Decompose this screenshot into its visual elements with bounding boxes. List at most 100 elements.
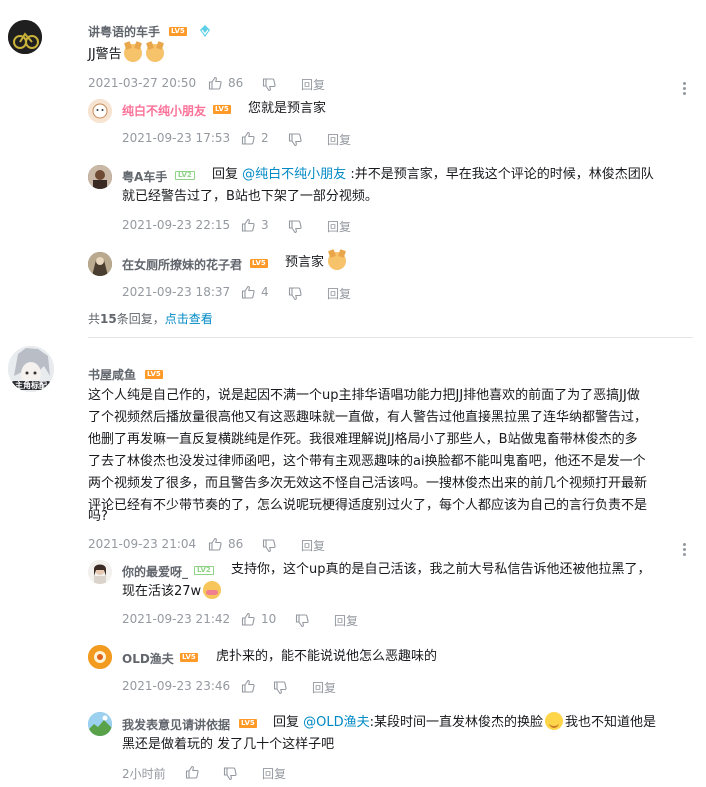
level-badge: LV2	[175, 171, 195, 180]
like-count: 86	[228, 537, 244, 551]
avatar[interactable]	[88, 99, 112, 123]
dog-emoji	[145, 44, 164, 62]
level-badge: LV5	[145, 370, 163, 379]
dislike-icon[interactable]	[295, 613, 309, 632]
reply-username[interactable]: 粤A车手	[122, 168, 167, 185]
reply-time: 2021-09-23 18:37	[122, 285, 231, 299]
reply-time: 2021-09-23 21:42	[122, 612, 231, 626]
reply-time: 2021-09-23 23:46	[122, 679, 231, 693]
dislike-icon[interactable]	[288, 132, 302, 151]
dislike-icon[interactable]	[273, 680, 287, 699]
avatar[interactable]	[88, 712, 112, 736]
comment-line: 这个人纯是自己作的，说是起因不满一个up主排华语唱功能力把JJ排他喜欢的前面了为…	[88, 388, 640, 403]
comment-body: JJ警告	[88, 47, 122, 62]
comment-line: 两个视频发了很多，而且警告多次无效这不怪自己活该吗。一搜林俊杰出来的前几个视频打…	[88, 476, 648, 491]
reply-body: 现在活该27w	[122, 584, 202, 599]
avatar[interactable]	[88, 645, 112, 669]
reply-body: :并不是预言家，早在我这个评论的时候，林俊杰团队	[350, 167, 654, 182]
reply-body-tail: 我也不知道他是	[565, 715, 657, 730]
level-badge: LV5	[180, 653, 198, 662]
dislike-icon[interactable]	[288, 286, 302, 305]
comment-text: JJ警告	[88, 44, 164, 66]
reply-button[interactable]: 回复	[327, 131, 351, 148]
avatar[interactable]	[88, 252, 112, 276]
dislike-icon[interactable]	[262, 77, 276, 96]
like-icon[interactable]	[185, 764, 199, 783]
reply-username[interactable]: 纯白不纯小朋友	[122, 102, 206, 119]
reply-time: 2021-09-23 17:53	[122, 131, 231, 145]
reply-text-line2: 现在活该27w	[122, 581, 222, 603]
reply-text-line2: 就已经警告过了，B站也下架了一部分视频。	[122, 189, 378, 204]
reply-text: 预言家	[285, 252, 347, 274]
comment-line: 了去了林俊杰也没发过律师函吧，这个带有主观恶趣味的ai换脸都不能叫鬼畜吧，他还不…	[88, 454, 646, 469]
reply-text: 回复 @OLD渔夫:某段时间一直发林俊杰的换脸 我也不知道他是	[273, 712, 656, 734]
like-icon[interactable]	[208, 75, 222, 94]
avatar[interactable]	[88, 560, 112, 584]
like-icon[interactable]	[241, 217, 255, 236]
comment-time: 2021-09-23 21:04	[88, 537, 197, 551]
grin-emoji	[545, 712, 564, 730]
reply-username[interactable]: 你的最爱呀_	[122, 563, 188, 580]
comment-line: 他删了再发嘛一直反复横跳纯是作死。我很难理解说JJ格局小了那些人，B站做鬼畜带林…	[88, 432, 638, 447]
avatar[interactable]	[88, 165, 112, 189]
username[interactable]: 书屋咸鱼	[88, 366, 136, 383]
like-icon[interactable]	[241, 130, 255, 149]
like-count: 3	[261, 218, 269, 232]
reply-text: 回复 @纯白不纯小朋友 :并不是预言家，早在我这个评论的时候，林俊杰团队	[212, 164, 654, 186]
reply-time: 2021-09-23 22:15	[122, 218, 231, 232]
reply-button[interactable]: 回复	[327, 218, 351, 235]
reply-text: 您就是预言家	[248, 101, 327, 116]
view-replies-link[interactable]: 点击查看	[165, 312, 213, 326]
username[interactable]: 讲粤语的车手	[88, 23, 160, 40]
reply-username[interactable]: 我发表意见请讲依据	[122, 716, 230, 733]
reply-prefix: 回复	[212, 167, 239, 182]
reply-body: :某段时间一直发林俊杰的换脸	[369, 715, 544, 730]
dog-emoji	[123, 44, 142, 62]
reply-button[interactable]: 回复	[327, 285, 351, 302]
level-badge: LV5	[169, 27, 187, 36]
reply-button[interactable]: 回复	[262, 765, 286, 782]
like-icon[interactable]	[241, 678, 255, 697]
reply-username[interactable]: 在女厕所撩妹的花子君	[122, 256, 242, 273]
reply-prefix: 回复	[273, 715, 300, 730]
like-icon[interactable]	[241, 284, 255, 303]
reply-text-line2: 黑还是做着玩的 发了几十个这样子吧	[122, 737, 335, 752]
like-count: 4	[261, 285, 269, 299]
dislike-icon[interactable]	[262, 538, 276, 557]
avatar-badge: 主角标配	[15, 381, 47, 390]
mention-link[interactable]: @纯白不纯小朋友	[242, 167, 346, 182]
reply-body: 预言家	[285, 255, 325, 270]
level-badge: LV5	[239, 719, 257, 728]
like-icon[interactable]	[241, 611, 255, 630]
divider	[88, 337, 693, 338]
like-count: 2	[261, 131, 269, 145]
like-icon[interactable]	[208, 536, 222, 555]
avatar[interactable]	[8, 20, 42, 54]
level-badge: LV2	[194, 566, 214, 575]
more-options-icon[interactable]	[683, 543, 687, 558]
like-count: 86	[228, 76, 244, 90]
dog-emoji	[328, 252, 347, 270]
vip-badge-icon	[198, 23, 212, 42]
comment-time: 2021-03-27 20:50	[88, 76, 197, 90]
reply-username[interactable]: OLD渔夫	[122, 650, 174, 667]
like-count: 10	[261, 612, 277, 626]
comment-line: 吗?	[88, 509, 108, 524]
comment-line: 了个视频然后播放量很高他又有这恶趣味就一直做，有人警告过他直接黑拉黑了连华纳都警…	[88, 410, 648, 425]
reply-button[interactable]: 回复	[301, 537, 325, 554]
level-badge: LV5	[250, 259, 268, 268]
level-badge: LV5	[213, 105, 231, 114]
reply-button[interactable]: 回复	[301, 76, 325, 93]
mention-link[interactable]: @OLD渔夫	[303, 715, 370, 730]
dislike-icon[interactable]	[288, 219, 302, 238]
reply-text: 虎扑来的，能不能说说他怎么恶趣味的	[216, 649, 438, 664]
more-options-icon[interactable]	[683, 82, 687, 97]
reply-summary: 共15条回复，点击查看	[88, 312, 213, 326]
reply-button[interactable]: 回复	[334, 612, 358, 629]
reply-text: 支持你，这个up真的是自己活该，我之前大号私信告诉他还被他拉黑了，	[231, 562, 651, 577]
reply-time: 2小时前	[122, 767, 166, 781]
blush-emoji	[203, 581, 222, 599]
reply-count: 15	[100, 312, 117, 326]
dislike-icon[interactable]	[223, 766, 237, 785]
reply-button[interactable]: 回复	[312, 679, 336, 696]
